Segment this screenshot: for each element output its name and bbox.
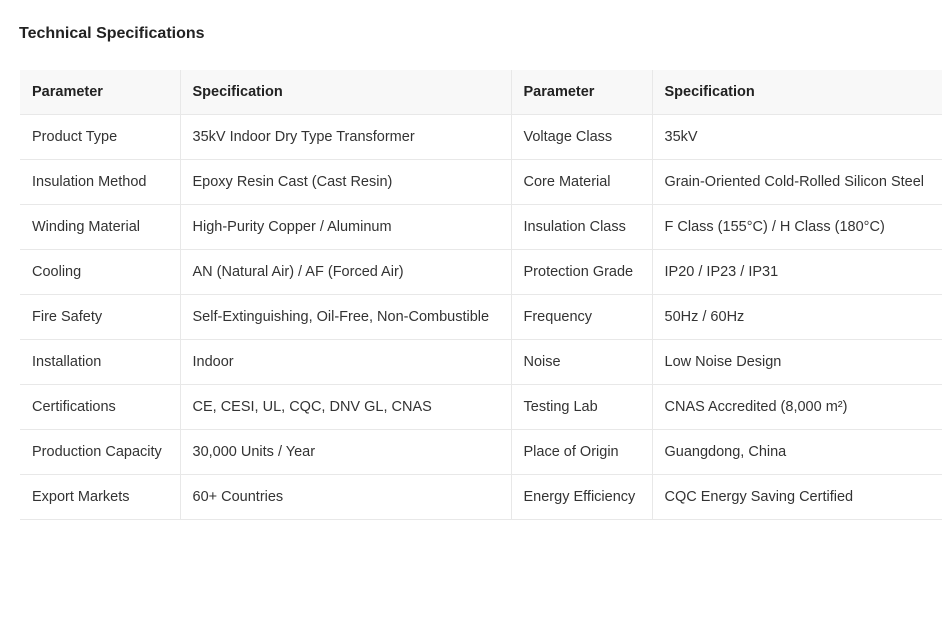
column-header-specification: Specification <box>180 70 512 115</box>
parameter-cell: Insulation Class <box>511 204 653 250</box>
column-header-parameter: Parameter <box>20 70 181 115</box>
specification-cell: F Class (155°C) / H Class (180°C) <box>652 204 942 250</box>
table-row: Certifications CE, CESI, UL, CQC, DNV GL… <box>20 384 942 430</box>
specification-cell: 35kV <box>652 114 942 160</box>
section-title: Technical Specifications <box>19 25 205 42</box>
specification-cell: Low Noise Design <box>652 339 942 385</box>
parameter-cell: Winding Material <box>20 204 181 250</box>
table-row: Winding Material High-Purity Copper / Al… <box>20 204 942 250</box>
parameter-cell: Certifications <box>20 384 181 430</box>
specification-cell: Epoxy Resin Cast (Cast Resin) <box>180 159 512 205</box>
specification-cell: CE, CESI, UL, CQC, DNV GL, CNAS <box>180 384 512 430</box>
parameter-cell: Production Capacity <box>20 429 181 475</box>
table-row: Export Markets 60+ Countries Energy Effi… <box>20 474 942 520</box>
specification-cell: High-Purity Copper / Aluminum <box>180 204 512 250</box>
parameter-cell: Product Type <box>20 114 181 160</box>
parameter-cell: Installation <box>20 339 181 385</box>
table-header-row: Parameter Specification Parameter Specif… <box>20 70 942 115</box>
specification-cell: CQC Energy Saving Certified <box>652 474 942 520</box>
table-row: Installation Indoor Noise Low Noise Desi… <box>20 339 942 385</box>
specification-cell: 30,000 Units / Year <box>180 429 512 475</box>
table-row: Production Capacity 30,000 Units / Year … <box>20 429 942 475</box>
specification-cell: Grain-Oriented Cold-Rolled Silicon Steel <box>652 159 942 205</box>
table-row: Cooling AN (Natural Air) / AF (Forced Ai… <box>20 249 942 295</box>
specification-cell: 60+ Countries <box>180 474 512 520</box>
specification-cell: IP20 / IP23 / IP31 <box>652 249 942 295</box>
specifications-table: Parameter Specification Parameter Specif… <box>20 70 942 520</box>
parameter-cell: Core Material <box>511 159 653 205</box>
specification-cell: Indoor <box>180 339 512 385</box>
parameter-cell: Fire Safety <box>20 294 181 340</box>
parameter-cell: Frequency <box>511 294 653 340</box>
specification-cell: Guangdong, China <box>652 429 942 475</box>
parameter-cell: Cooling <box>20 249 181 295</box>
table-row: Insulation Method Epoxy Resin Cast (Cast… <box>20 159 942 205</box>
specification-cell: Self-Extinguishing, Oil-Free, Non-Combus… <box>180 294 512 340</box>
specification-cell: 35kV Indoor Dry Type Transformer <box>180 114 512 160</box>
parameter-cell: Insulation Method <box>20 159 181 205</box>
parameter-cell: Energy Efficiency <box>511 474 653 520</box>
specification-cell: CNAS Accredited (8,000 m²) <box>652 384 942 430</box>
parameter-cell: Protection Grade <box>511 249 653 295</box>
parameter-cell: Voltage Class <box>511 114 653 160</box>
specification-cell: 50Hz / 60Hz <box>652 294 942 340</box>
parameter-cell: Testing Lab <box>511 384 653 430</box>
table-row: Product Type 35kV Indoor Dry Type Transf… <box>20 114 942 160</box>
table-row: Fire Safety Self-Extinguishing, Oil-Free… <box>20 294 942 340</box>
parameter-cell: Noise <box>511 339 653 385</box>
column-header-specification-2: Specification <box>652 70 942 115</box>
parameter-cell: Export Markets <box>20 474 181 520</box>
parameter-cell: Place of Origin <box>511 429 653 475</box>
specification-cell: AN (Natural Air) / AF (Forced Air) <box>180 249 512 295</box>
page: Technical Specifications Parameter Speci… <box>0 0 948 633</box>
column-header-parameter-2: Parameter <box>511 70 653 115</box>
